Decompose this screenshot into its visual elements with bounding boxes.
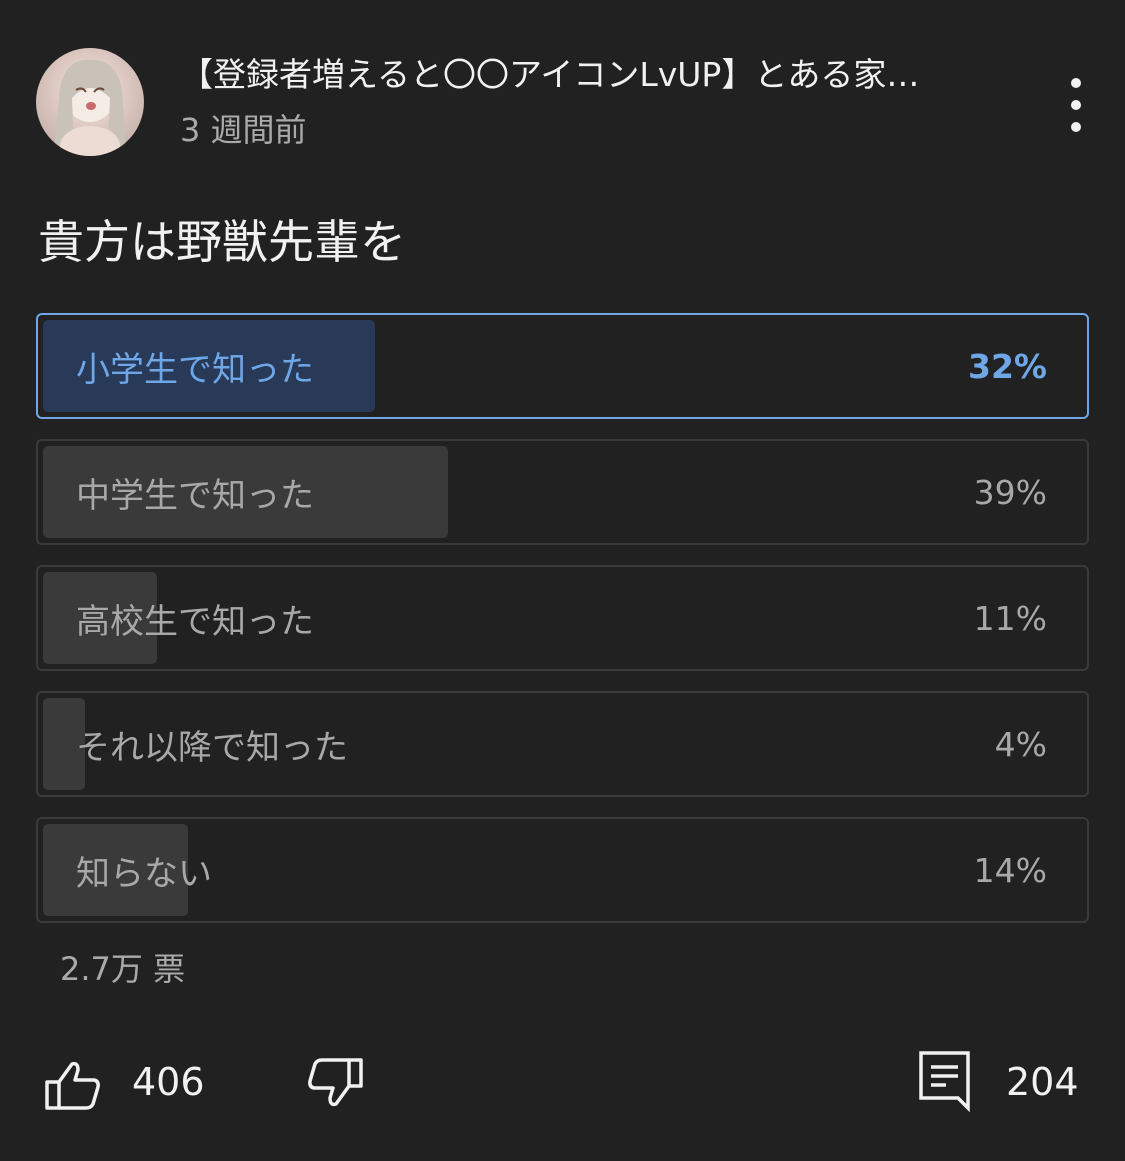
poll-option[interactable]: それ以降で知った 4%	[36, 691, 1089, 797]
poll-option-percent: 11%	[973, 598, 1047, 638]
comment-count: 204	[1006, 1060, 1079, 1104]
poll-option-label: それ以降で知った	[76, 727, 348, 768]
more-vertical-icon[interactable]	[1056, 78, 1096, 132]
post-time: 3 週間前	[180, 111, 307, 149]
avatar-image	[54, 59, 126, 156]
poll-option[interactable]: 知らない 14%	[36, 817, 1089, 923]
channel-avatar[interactable]	[36, 48, 144, 156]
poll-option[interactable]: 高校生で知った 11%	[36, 565, 1089, 671]
channel-name[interactable]: 【登録者増えると〇〇アイコンLvUP】とある家…	[180, 52, 980, 98]
poll-options: 小学生で知った 32% 中学生で知った 39% 高校生で知った 11% それ以降…	[36, 313, 1089, 943]
poll-question: 貴方は野獣先輩を	[38, 215, 406, 269]
poll-option-label: 中学生で知った	[76, 475, 314, 516]
poll-option-label: 小学生で知った	[76, 349, 314, 390]
thumbs-up-icon	[45, 1061, 100, 1110]
poll-option[interactable]: 中学生で知った 39%	[36, 439, 1089, 545]
like-button[interactable]	[44, 1060, 102, 1116]
dislike-button[interactable]	[306, 1056, 364, 1112]
action-bar: 406 204	[0, 1040, 1125, 1130]
poll-option-percent: 32%	[968, 346, 1047, 386]
poll-option-percent: 14%	[973, 850, 1047, 890]
comment-button[interactable]	[918, 1050, 972, 1116]
poll-option-percent: 39%	[973, 472, 1047, 512]
comment-icon	[919, 1051, 970, 1113]
poll-option-percent: 4%	[994, 724, 1047, 764]
poll-option-label: 知らない	[76, 853, 212, 894]
thumbs-down-icon	[308, 1058, 363, 1107]
poll-option[interactable]: 小学生で知った 32%	[36, 313, 1089, 419]
poll-option-label: 高校生で知った	[76, 601, 314, 642]
poll-total-votes: 2.7万 票	[60, 950, 186, 988]
like-count: 406	[132, 1060, 205, 1104]
